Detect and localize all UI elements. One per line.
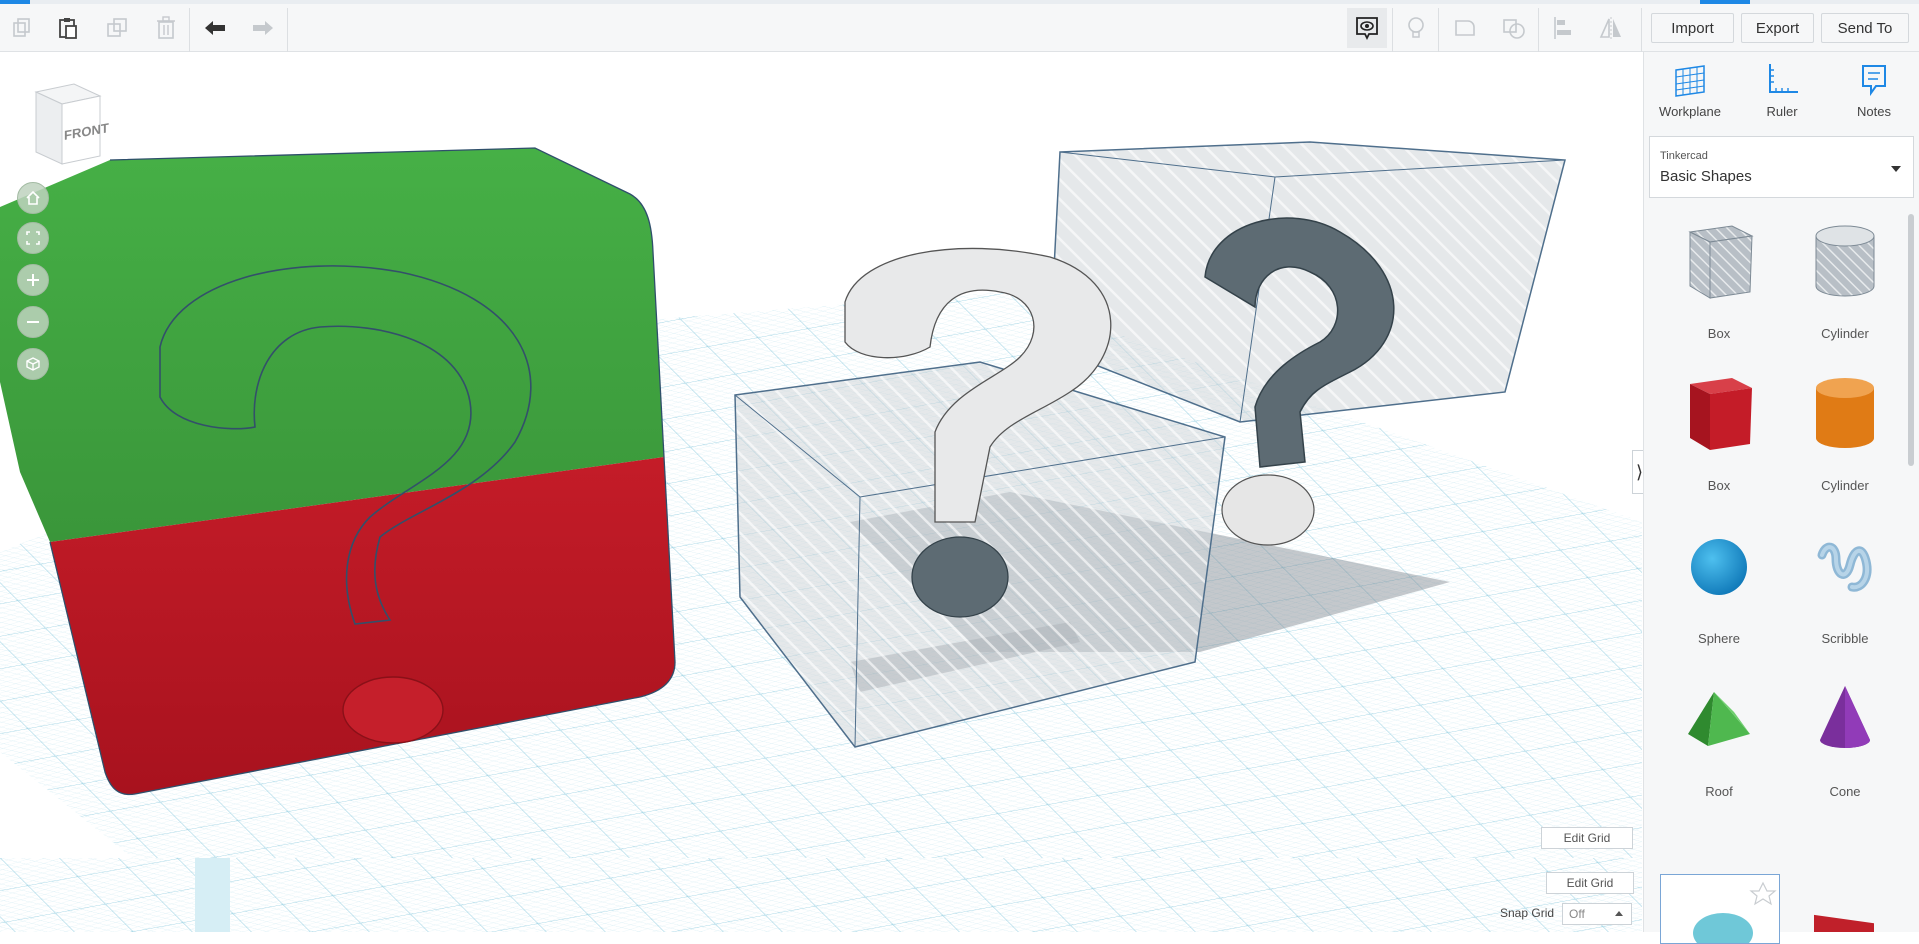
fit-icon[interactable] (17, 222, 49, 254)
3d-viewport[interactable]: FRONT Edit Grid (0, 52, 1642, 932)
shape-sphere[interactable]: Sphere (1664, 515, 1774, 655)
shape-box-hole[interactable]: Box (1664, 210, 1774, 350)
bottom-grid-strip (0, 858, 1642, 932)
shape-label: Box (1707, 326, 1731, 341)
shape-label: Cylinder (1821, 478, 1869, 493)
shape-cone[interactable]: Cone (1790, 668, 1900, 808)
duplicate-icon[interactable] (97, 8, 137, 48)
export-button[interactable]: Export (1741, 13, 1814, 43)
toolbar: Import Export Send To (0, 4, 1919, 52)
ungroup-icon[interactable] (1494, 8, 1534, 48)
scribble-icon (1817, 542, 1872, 592)
sphere-icon (1691, 539, 1747, 595)
workplane-tool[interactable]: Workplane (1644, 62, 1736, 128)
perspective-icon[interactable] (17, 348, 49, 380)
ruler-label: Ruler (1766, 104, 1798, 119)
chevron-up-icon (1615, 911, 1623, 916)
workplane-icon (1675, 65, 1705, 97)
shape-roof[interactable]: Roof (1664, 668, 1774, 808)
show-all-icon[interactable] (1347, 8, 1387, 48)
copy-icon[interactable] (2, 8, 42, 48)
question-dot-white[interactable] (1221, 474, 1315, 546)
shape-label: Cylinder (1821, 326, 1869, 341)
right-panel: Workplane Ruler Notes Tinkercad Basic Sh… (1643, 52, 1919, 944)
undo-icon[interactable] (195, 8, 235, 48)
notes-tool[interactable]: Notes (1828, 62, 1919, 128)
notes-label: Notes (1857, 104, 1891, 119)
library-name: Basic Shapes (1660, 168, 1752, 185)
redo-icon[interactable] (243, 8, 283, 48)
question-dot-dark[interactable] (911, 536, 1009, 618)
box-icon (1690, 378, 1752, 450)
roof-icon (1688, 692, 1750, 746)
group-icon[interactable] (1445, 8, 1485, 48)
mystery-box-question-dot (342, 676, 444, 744)
chevron-right-icon: ⟩ (1635, 461, 1644, 482)
shape-box[interactable]: Box (1664, 362, 1774, 502)
workplane-label: Workplane (1659, 104, 1721, 119)
mirror-icon[interactable] (1591, 8, 1631, 48)
shape-cylinder[interactable]: Cylinder (1790, 362, 1900, 502)
send-to-button[interactable]: Send To (1821, 13, 1909, 43)
shape-selected-preview[interactable] (1660, 874, 1780, 944)
notes-icon (1862, 65, 1886, 97)
shapes-grid: Box Cylinder Box Cylinder Sphere Scribbl… (1644, 210, 1919, 910)
box-hole-icon (1688, 225, 1754, 299)
import-button[interactable]: Import (1651, 13, 1734, 43)
shape-label: Box (1707, 478, 1731, 493)
ruler-icon (1769, 64, 1798, 93)
cone-icon (1820, 686, 1870, 748)
edit-grid-button[interactable]: Edit Grid (1541, 827, 1633, 849)
toolbar-separator (189, 8, 190, 52)
shape-label: Roof (1705, 784, 1733, 799)
snap-grid-value: Off (1569, 907, 1585, 921)
delete-icon[interactable] (146, 8, 186, 48)
panel-scrollbar[interactable] (1908, 214, 1914, 466)
light-bulb-icon[interactable] (1396, 8, 1436, 48)
text-shape-preview[interactable] (1808, 902, 1888, 932)
scene-canvas[interactable] (0, 52, 1642, 932)
shape-label: Cone (1829, 784, 1861, 799)
chevron-down-icon (1891, 166, 1901, 172)
ruler-tool[interactable]: Ruler (1736, 62, 1828, 128)
shape-label: Sphere (1698, 631, 1740, 646)
home-icon[interactable] (17, 182, 49, 214)
toolbar-separator (287, 8, 288, 52)
align-icon[interactable] (1543, 8, 1583, 48)
shape-label: Scribble (1821, 631, 1869, 646)
library-owner: Tinkercad (1660, 150, 1708, 162)
toolbar-separator (1641, 8, 1642, 52)
cylinder-hole-icon (1815, 225, 1875, 297)
shape-library-dropdown[interactable]: Tinkercad Basic Shapes (1649, 136, 1914, 198)
zoom-out-icon[interactable] (17, 306, 49, 338)
cylinder-icon (1816, 378, 1874, 448)
edit-grid-button-bottom[interactable]: Edit Grid (1546, 872, 1634, 894)
shape-cylinder-hole[interactable]: Cylinder (1790, 210, 1900, 350)
toolbar-separator (1438, 8, 1439, 52)
toolbar-separator (1392, 8, 1393, 52)
snap-grid-label: Snap Grid (1500, 906, 1555, 920)
zoom-in-icon[interactable] (17, 264, 49, 296)
shape-scribble[interactable]: Scribble (1790, 515, 1900, 655)
toolbar-separator (1538, 8, 1539, 52)
paste-icon[interactable] (48, 8, 88, 48)
view-cube[interactable]: FRONT (26, 82, 109, 165)
snap-grid-select[interactable]: Off (1562, 903, 1632, 925)
